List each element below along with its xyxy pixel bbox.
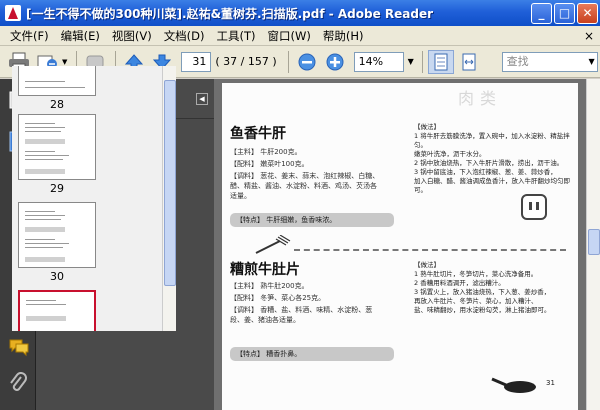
zoom-value: 14% <box>358 54 384 68</box>
recipe-title: 糟煎牛肚片 <box>230 262 300 278</box>
toolbar-separator <box>421 50 423 73</box>
steps-heading: 【做法】 <box>414 261 440 269</box>
menu-document[interactable]: 文档(D) <box>158 28 211 44</box>
thumbnail-label: 30 <box>50 270 64 283</box>
step: 2 香糟用料酒调开，滤出糟汁。 <box>414 279 505 287</box>
document-close-button[interactable]: × <box>584 29 594 43</box>
recipe-main: 【主料】 熟牛肚200克。 <box>230 282 309 290</box>
maximize-button[interactable]: □ <box>554 2 575 24</box>
search-placeholder: 查找 <box>506 54 529 68</box>
recipe-sauce: 【调料】 葱花、姜末、蒜末、泡红辣椒、白糖、醋、精盐、酱油、水淀粉、料酒、鸡汤、… <box>230 172 380 200</box>
fit-width-button[interactable] <box>456 50 482 74</box>
comments-icon <box>9 339 29 357</box>
document-scrollbar-thumb[interactable] <box>588 229 600 255</box>
page-total: ( 37 / 157 ) <box>215 55 277 68</box>
thumbnail-image <box>18 290 96 331</box>
page-number-input[interactable]: 31 <box>181 51 212 72</box>
thumbnail-page-30[interactable]: 30 <box>12 202 162 283</box>
step: 盐、味精翻炒，用水淀粉勾芡，淋上猪油即可。 <box>414 306 551 314</box>
document-view: 肉类 鱼香牛肝 【主料】 牛肝200克。 【配料】 嫩菜叶100克。 【调料】 … <box>214 79 586 410</box>
recipe-aux: 【配料】 嫩菜叶100克。 <box>230 160 309 168</box>
menu-tools[interactable]: 工具(T) <box>211 28 262 44</box>
thumbnail-image <box>18 66 96 96</box>
search-input[interactable]: 查找 ▼ <box>501 51 598 72</box>
fit-page-icon <box>434 53 448 70</box>
zoom-out-button[interactable] <box>294 50 320 74</box>
collapse-panel-button[interactable]: ◀ <box>196 92 208 105</box>
zoom-in-button[interactable] <box>322 50 348 74</box>
thumbnail-page-31-selected[interactable] <box>12 290 162 331</box>
zoom-out-icon <box>298 53 316 70</box>
page-number: 31 <box>546 379 555 387</box>
title-bar: [一生不得不做的300种川菜].赵祐&董树芬.扫描版.pdf - Adobe R… <box>0 0 600 26</box>
menu-help[interactable]: 帮助(H) <box>317 28 370 44</box>
step: 加入白糖、醋、酱油调成鱼香汁，放入牛肝翻炒均匀即可。 <box>414 177 570 194</box>
menu-bar: 文件(F) 编辑(E) 视图(V) 文档(D) 工具(T) 窗口(W) 帮助(H… <box>0 26 600 46</box>
step: 2 锅中放油烧热，下入牛肝片滑散，捞出，沥干油。 <box>414 159 564 167</box>
recipe-aux: 【配料】 冬笋、菜心各25克。 <box>230 294 326 302</box>
comments-panel-button[interactable] <box>8 337 29 359</box>
step: 1 将牛肝去筋膜洗净，置入碗中，加入水淀粉、精盐拌匀。 <box>414 132 570 149</box>
thumbnail-label: 29 <box>50 182 64 195</box>
fork-illustration-icon <box>255 235 291 254</box>
section-divider <box>294 249 566 251</box>
thumbnail-list: 28 29 30 <box>12 66 162 331</box>
thumbnail-label: 28 <box>50 98 64 111</box>
recipe-feature: 【特点】 牛肝细嫩，鱼香味浓。 <box>230 213 394 227</box>
close-button[interactable]: ✕ <box>577 2 598 24</box>
recipe-title: 鱼香牛肝 <box>230 126 286 142</box>
recipe-feature: 【特点】 糟香扑鼻。 <box>230 347 394 361</box>
minimize-button[interactable]: _ <box>531 2 552 24</box>
thumbnail-scrollbar-thumb[interactable] <box>164 80 176 286</box>
document-scrollbar[interactable] <box>586 79 600 410</box>
steps-heading: 【做法】 <box>414 123 440 131</box>
recipe-sauce: 【调料】 香糟、盐、料酒、味精、水淀粉、葱段、姜、猪油各适量。 <box>230 306 373 324</box>
pan-illustration-icon <box>491 377 536 393</box>
thumbnail-page-28[interactable]: 28 <box>12 66 162 111</box>
window-title: [一生不得不做的300种川菜].赵祐&董树芬.扫描版.pdf - Adobe R… <box>26 6 434 21</box>
fit-page-button[interactable] <box>427 49 454 74</box>
thumbnail-image <box>18 114 96 180</box>
recipe-steps: 【做法】 1 熟牛肚切片，冬笋切片，菜心洗净备用。 2 香糟用料酒调开，滤出糟汁… <box>414 261 574 315</box>
recipe-main: 【主料】 牛肝200克。 <box>230 148 302 156</box>
thumbnail-page-29[interactable]: 29 <box>12 114 162 195</box>
category-watermark: 肉类 <box>458 89 503 108</box>
step: 3 锅置火上，放入猪油烧热，下入葱、姜炒香， <box>414 288 551 296</box>
zoom-in-icon <box>326 53 344 70</box>
toolbar-separator <box>287 50 289 73</box>
attachments-panel-button[interactable] <box>8 372 28 394</box>
recipe-steps: 【做法】 1 将牛肝去筋膜洗净，置入碗中，加入水淀粉、精盐拌匀。 嫩菜叶洗净，沥… <box>414 123 574 195</box>
step: 再放入牛肚片、冬笋片、菜心，加入糟汁、 <box>414 297 538 305</box>
adobe-reader-icon <box>5 5 21 21</box>
thumbnail-scrollbar[interactable] <box>162 66 176 331</box>
menu-edit[interactable]: 编辑(E) <box>55 28 106 44</box>
zoom-select[interactable]: 14% ▼ <box>353 51 414 72</box>
search-dropdown-icon[interactable]: ▼ <box>589 53 595 71</box>
step: 嫩菜叶洗净，沥干水分。 <box>414 150 486 158</box>
menu-window[interactable]: 窗口(W) <box>262 28 317 44</box>
outlet-illustration-icon <box>521 194 547 220</box>
step: 1 熟牛肚切片，冬笋切片，菜心洗净备用。 <box>414 270 538 278</box>
email-dropdown-icon[interactable]: ▼ <box>62 58 67 66</box>
menu-file[interactable]: 文件(F) <box>4 28 55 44</box>
menu-view[interactable]: 视图(V) <box>106 28 158 44</box>
thumbnail-image <box>18 202 96 268</box>
pdf-page: 肉类 鱼香牛肝 【主料】 牛肝200克。 【配料】 嫩菜叶100克。 【调料】 … <box>222 83 578 410</box>
step: 3 锅中留底油，下入泡红辣椒、葱、姜、蒜炒香， <box>414 168 557 176</box>
paperclip-icon <box>10 372 27 391</box>
fit-width-icon <box>462 53 476 70</box>
zoom-dropdown-icon[interactable]: ▼ <box>405 54 417 70</box>
